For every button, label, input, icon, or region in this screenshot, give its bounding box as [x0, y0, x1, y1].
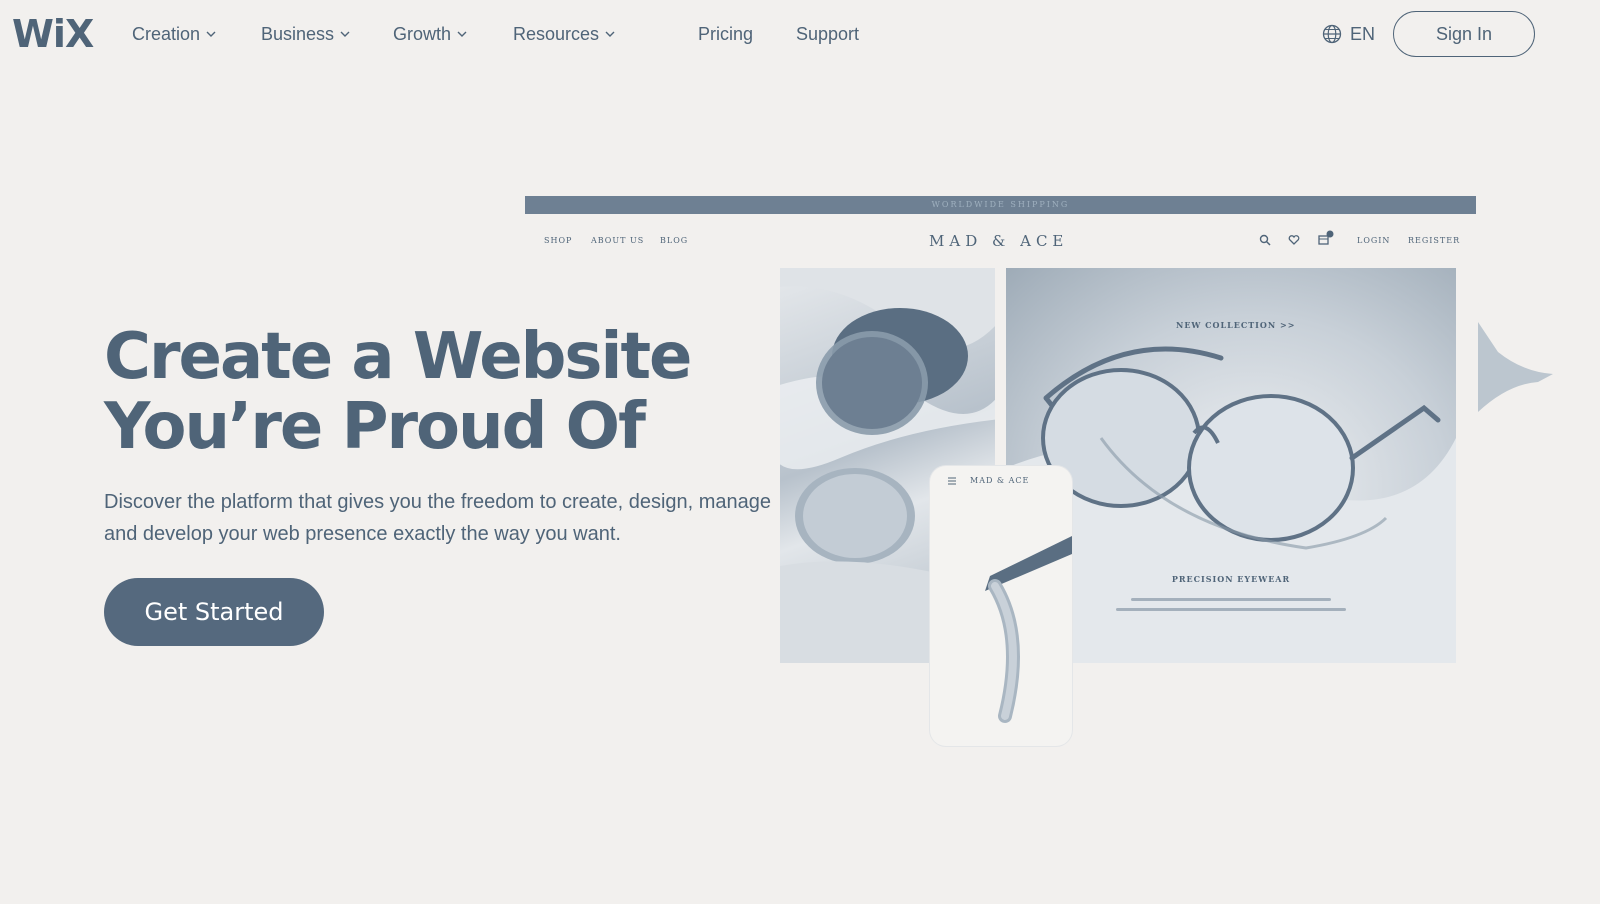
heart-icon — [1288, 235, 1300, 245]
placeholder-text-line — [1131, 598, 1331, 601]
nav-business-label: Business — [261, 24, 335, 44]
eyeglasses-image: NEW COLLECTION >> PRECISION EYEWEAR — [1006, 268, 1456, 663]
wix-logo[interactable]: WiX — [12, 12, 94, 56]
mockup-nav-blog: BLOG — [660, 236, 689, 245]
mockup-nav-login: LOGIN — [1357, 236, 1391, 245]
chevron-down-icon — [206, 31, 216, 37]
nav-growth-label: Growth — [393, 24, 452, 44]
mobile-preview: MAD & ACE — [930, 466, 1072, 746]
new-collection-link: NEW COLLECTION >> — [1176, 320, 1296, 330]
mockup-nav-register: REGISTER — [1408, 236, 1461, 245]
globe-icon — [1322, 24, 1342, 44]
chevron-down-icon — [457, 31, 467, 37]
nav-pricing[interactable]: Pricing — [698, 22, 753, 46]
nav-resources-label: Resources — [513, 24, 600, 44]
nav-resources[interactable]: Resources — [513, 22, 615, 46]
mockup-brand: MAD & ACE — [929, 232, 1069, 250]
mockup-shipping-banner: WORLDWIDE SHIPPING — [525, 196, 1476, 214]
placeholder-text-line — [1116, 608, 1346, 611]
mockup-nav-shop: SHOP — [544, 236, 573, 245]
cart-icon — [1318, 230, 1334, 245]
nav-support[interactable]: Support — [796, 22, 859, 46]
nav-creation[interactable]: Creation — [132, 22, 216, 46]
nav-growth[interactable]: Growth — [393, 22, 467, 46]
language-selector[interactable]: EN — [1322, 22, 1375, 46]
decorative-sliver — [1478, 322, 1553, 412]
site-header: WiX Creation Business Growth Resources P… — [0, 0, 1600, 70]
precision-eyewear-heading: PRECISION EYEWEAR — [1171, 574, 1291, 584]
nav-creation-label: Creation — [132, 24, 201, 44]
chevron-down-icon — [605, 31, 615, 37]
language-label: EN — [1350, 24, 1376, 44]
nav-business[interactable]: Business — [261, 22, 350, 46]
search-icon — [1259, 234, 1271, 246]
get-started-button[interactable]: Get Started — [104, 578, 324, 646]
chevron-down-icon — [340, 31, 350, 37]
phone-glasses-illustration — [985, 536, 1072, 723]
sign-in-button[interactable]: Sign In — [1393, 11, 1535, 57]
mockup-nav-about: ABOUT US — [591, 236, 645, 245]
template-mockup: WORLDWIDE SHIPPING SHOP ABOUT US BLOG MA… — [525, 196, 1476, 746]
